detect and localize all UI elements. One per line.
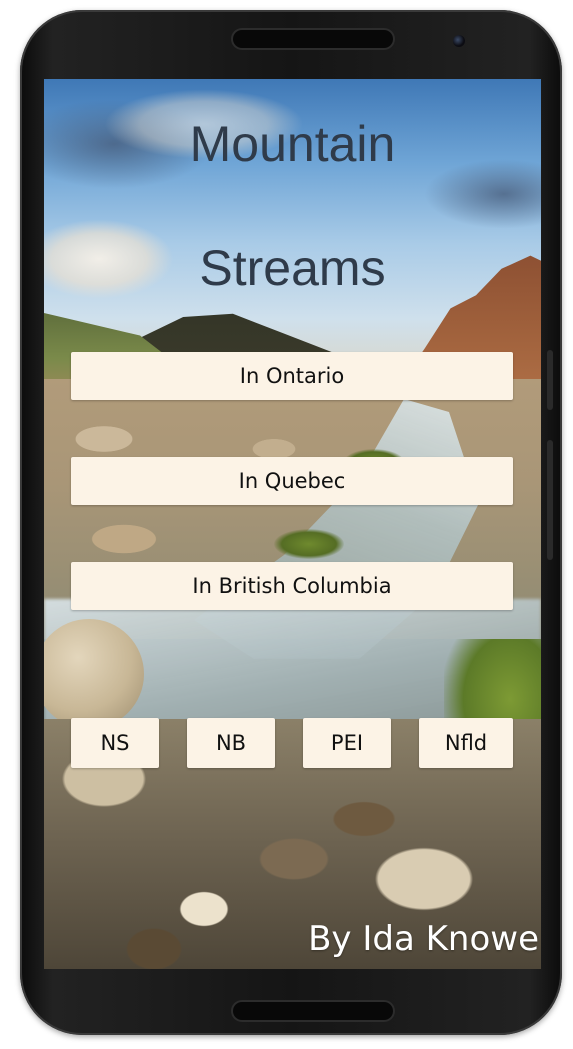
pei-button[interactable]: PEI [303, 718, 391, 768]
bottom-speaker [233, 1002, 393, 1020]
in-ontario-button[interactable]: In Ontario [71, 352, 513, 400]
earpiece-speaker [233, 30, 393, 48]
nb-button[interactable]: NB [187, 718, 275, 768]
volume-button [547, 440, 553, 560]
app-screen: Mountain Streams In Ontario In Quebec In… [44, 79, 541, 969]
front-camera-icon [453, 35, 465, 47]
background-photo [44, 79, 541, 969]
app-title-line2: Streams [199, 240, 386, 296]
in-quebec-button[interactable]: In Quebec [71, 457, 513, 505]
app-title-line1: Mountain [189, 116, 396, 172]
power-button [547, 350, 553, 410]
author-byline: By Ida Knowe [308, 919, 539, 959]
in-british-columbia-button[interactable]: In British Columbia [71, 562, 513, 610]
ns-button[interactable]: NS [71, 718, 159, 768]
moss-patch [274, 529, 344, 559]
nfld-button[interactable]: Nfld [419, 718, 513, 768]
